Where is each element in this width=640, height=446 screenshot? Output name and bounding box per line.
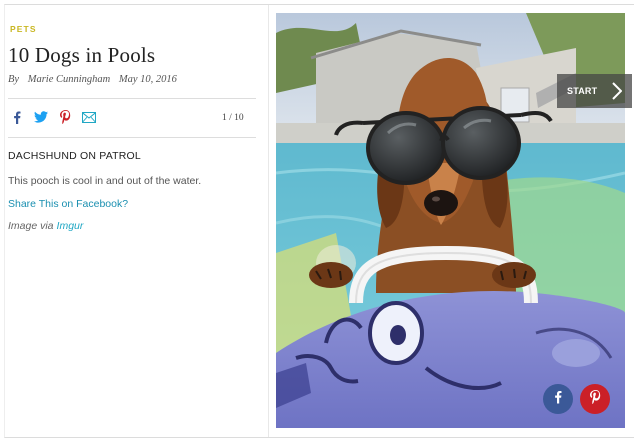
pinterest-icon[interactable]: [58, 110, 72, 124]
share-bar: [10, 109, 96, 125]
pinterest-icon: [589, 389, 601, 409]
image-credit: Image via Imgur: [8, 220, 83, 232]
divider-line: [8, 98, 256, 99]
facebook-share-button[interactable]: [543, 384, 573, 414]
slide-description: This pooch is cool in and out of the wat…: [8, 175, 202, 187]
start-label: START: [567, 86, 598, 96]
slide-counter: 1 / 10: [222, 113, 244, 123]
share-on-facebook-link[interactable]: Share This on Facebook?: [8, 198, 128, 210]
byline: By Marie Cunningham May 10, 2016: [8, 74, 183, 85]
credit-prefix: Image via: [8, 220, 54, 232]
slide-title: DACHSHUND ON PATROL: [8, 150, 141, 162]
twitter-icon[interactable]: [34, 110, 48, 124]
email-icon[interactable]: [82, 110, 96, 124]
article-title: 10 Dogs in Pools: [8, 43, 156, 67]
facebook-icon: [554, 390, 562, 409]
publish-date: May 10, 2016: [118, 74, 177, 85]
column-divider: [268, 5, 269, 437]
byline-prefix: By: [8, 74, 20, 85]
category-label[interactable]: PETS: [10, 24, 37, 34]
author-name[interactable]: Marie Cunningham: [28, 74, 111, 85]
chevron-right-icon: [612, 82, 623, 105]
credit-source-link[interactable]: Imgur: [57, 220, 84, 232]
start-slideshow-button[interactable]: START: [557, 74, 632, 108]
pinterest-share-button[interactable]: [580, 384, 610, 414]
divider-line: [8, 137, 256, 138]
facebook-icon[interactable]: [10, 110, 24, 124]
